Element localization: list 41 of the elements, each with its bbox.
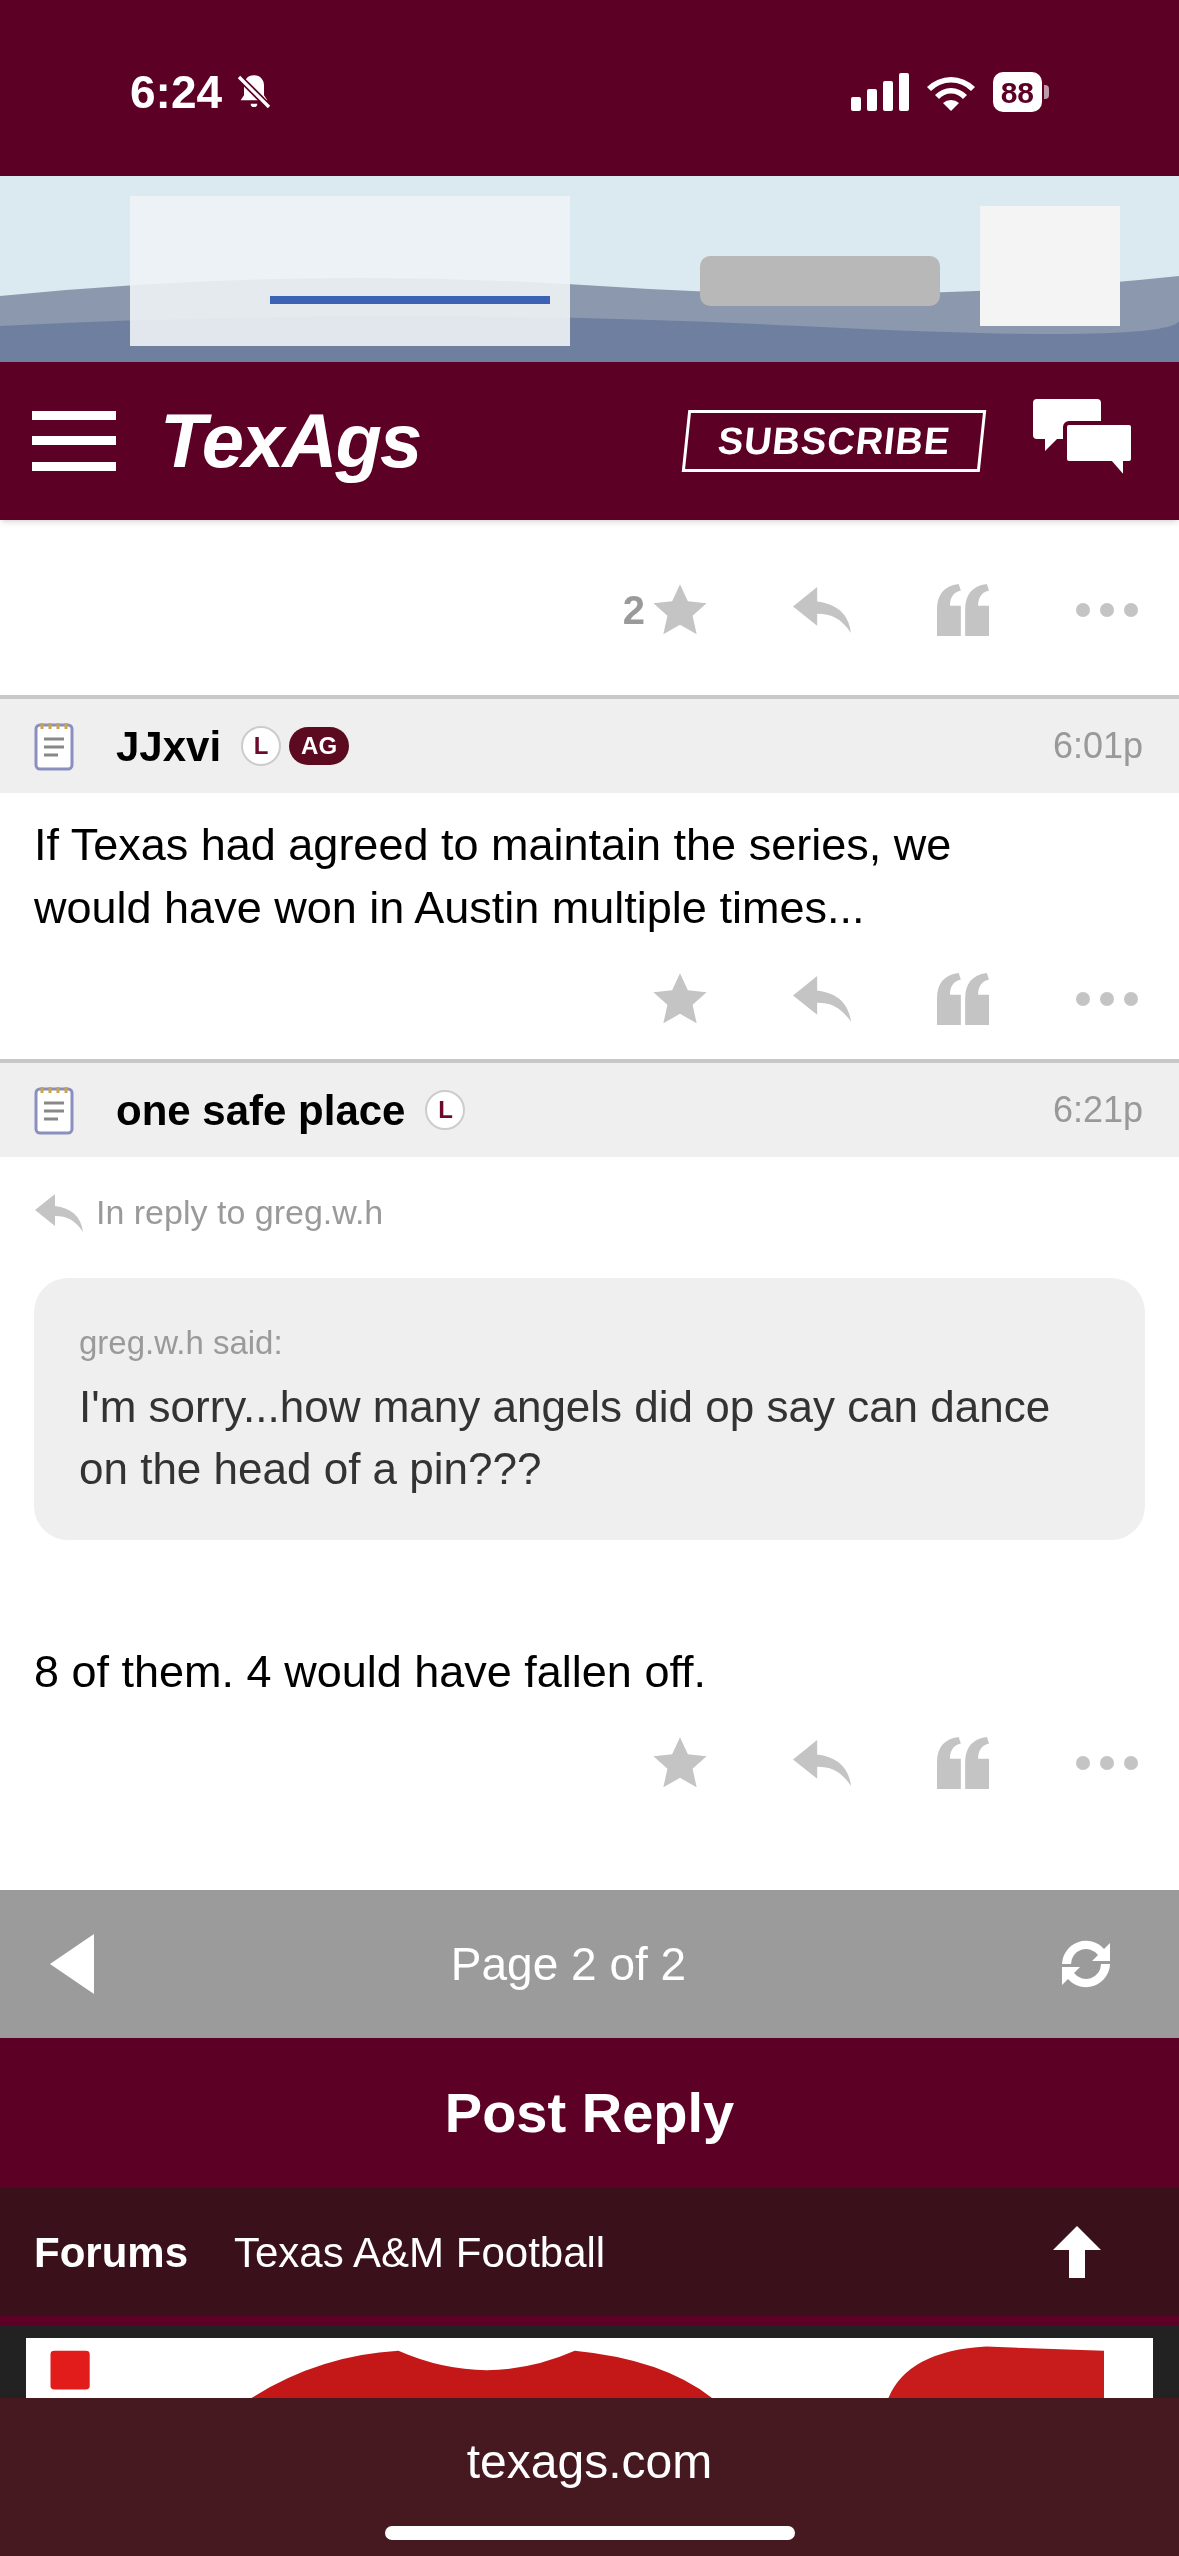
- user-badge: L: [425, 1090, 466, 1130]
- star-icon[interactable]: [653, 584, 707, 636]
- reply-icon[interactable]: [793, 1739, 851, 1786]
- user-badge: AG: [289, 727, 350, 765]
- user-badge: L: [241, 726, 282, 766]
- reply-icon[interactable]: [793, 587, 851, 633]
- menu-icon[interactable]: [32, 411, 116, 471]
- page-indicator: Page 2 of 2: [449, 1936, 688, 1992]
- reply-icon[interactable]: [793, 976, 851, 1022]
- more-icon[interactable]: [1075, 1754, 1139, 1771]
- signal-icon: [850, 73, 909, 111]
- quote-text: I'm sorry...how many angels did op say can dance on the head of a pin???: [79, 1380, 1052, 1495]
- star-count: 2: [622, 587, 645, 634]
- quote-icon[interactable]: [937, 1736, 989, 1789]
- home-indicator[interactable]: [384, 2526, 795, 2540]
- clock: 6:24: [130, 64, 223, 120]
- post-body: If Texas had agreed to maintain the series, we would have won in Austin multiple times...: [33, 818, 953, 935]
- url-bar[interactable]: texags.com: [466, 2426, 713, 2498]
- notepad-icon: [32, 721, 76, 771]
- quote-icon[interactable]: [937, 584, 989, 636]
- more-icon[interactable]: [1075, 602, 1139, 618]
- quote-author: greg.w.h said:: [79, 1323, 284, 1363]
- quote-icon[interactable]: [937, 973, 989, 1025]
- arrow-up-icon[interactable]: [1053, 2226, 1101, 2278]
- reply-icon: [34, 1193, 84, 1232]
- username[interactable]: JJxvi: [116, 714, 222, 778]
- star-icon[interactable]: [653, 973, 707, 1025]
- battery-indicator: 88: [992, 72, 1049, 112]
- username[interactable]: one safe place: [116, 1078, 406, 1142]
- back-arrow-icon[interactable]: [50, 1934, 94, 1994]
- breadcrumb-link[interactable]: Forums: [34, 2220, 188, 2284]
- notepad-icon: [32, 1085, 76, 1135]
- breadcrumb-link[interactable]: Texas A&M Football: [234, 2220, 606, 2284]
- post-reply-button[interactable]: Post Reply: [0, 2038, 1179, 2188]
- subscribe-button[interactable]: SUBSCRIBE: [681, 410, 987, 472]
- more-icon[interactable]: [1075, 991, 1139, 1007]
- post-body: 8 of them. 4 would have fallen off.: [33, 1644, 708, 1699]
- site-logo[interactable]: TexAgs: [160, 384, 421, 498]
- star-icon[interactable]: [653, 1736, 707, 1789]
- post-time: 6:21p: [1052, 1088, 1144, 1132]
- post-time: 6:01p: [1052, 724, 1144, 768]
